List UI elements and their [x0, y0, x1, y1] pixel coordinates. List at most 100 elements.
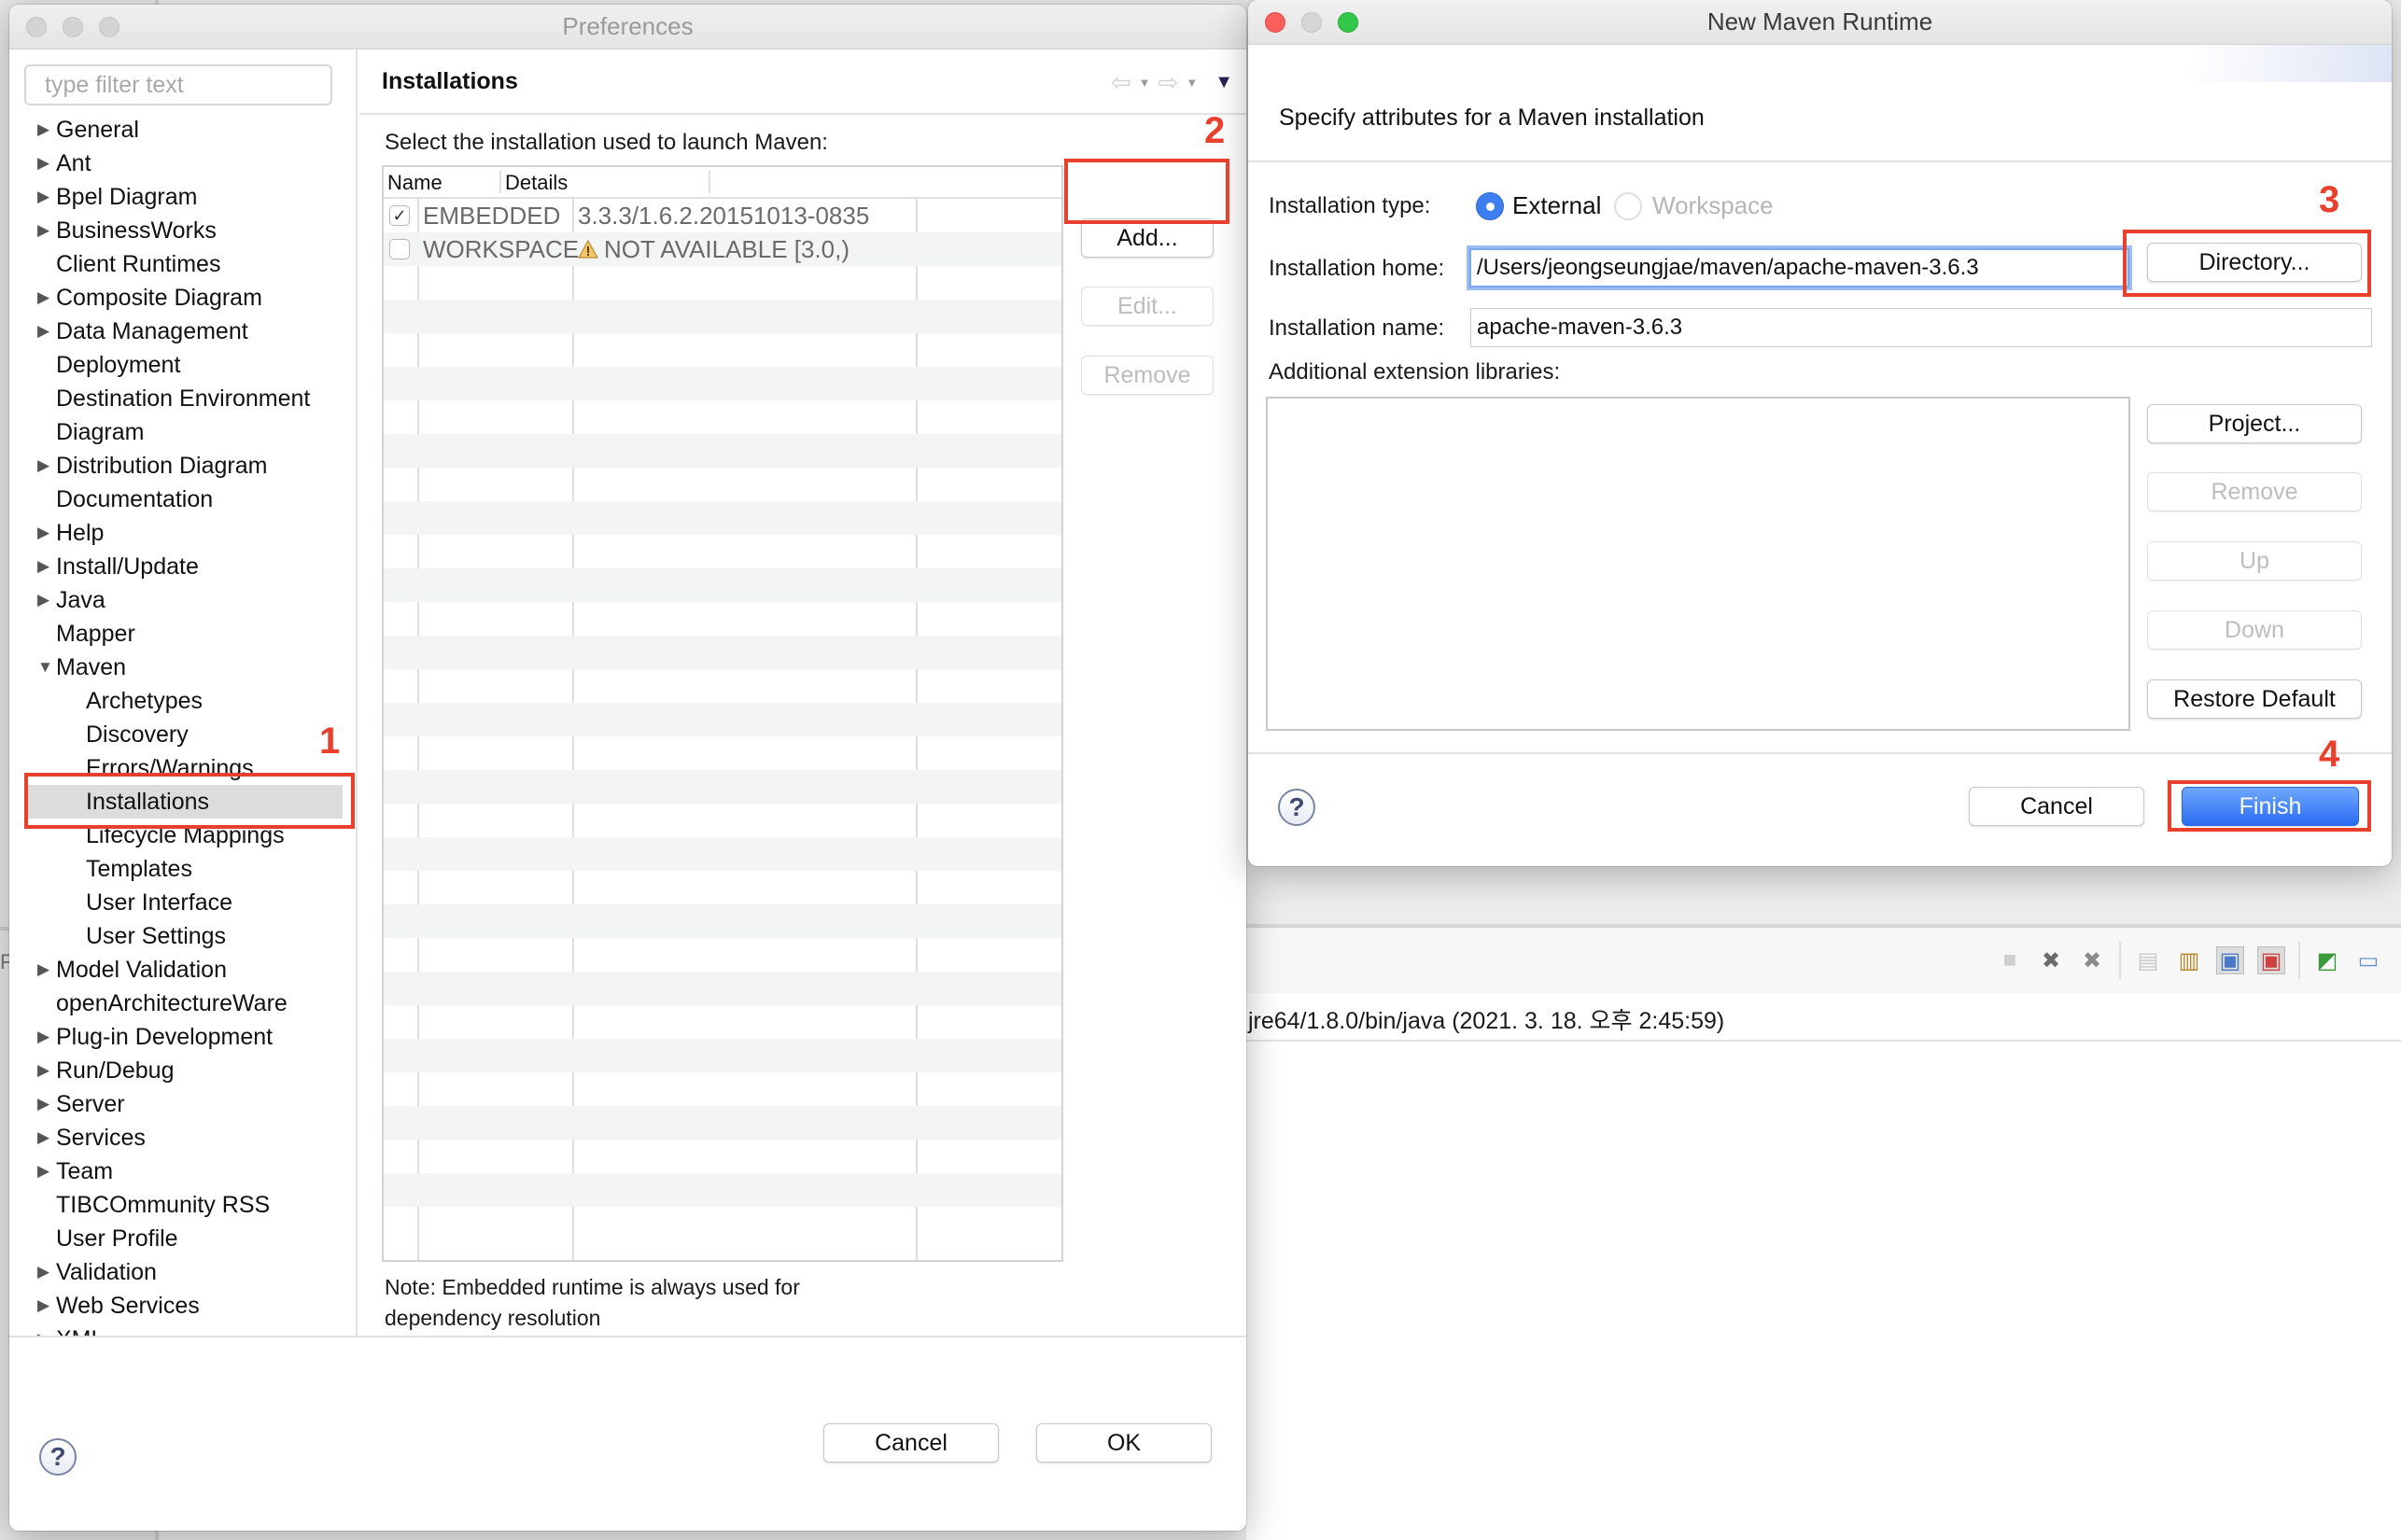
tree-item[interactable]: ▶ Help	[9, 516, 358, 550]
tree-item[interactable]: ▶ Team	[9, 1155, 358, 1188]
restore-default-button[interactable]: Restore Default	[2147, 679, 2362, 719]
collapsed-arrow-icon[interactable]: ▶	[37, 315, 49, 348]
tree-item[interactable]: ▶ Plug-in Development	[9, 1020, 358, 1054]
tree-item[interactable]: ▶ Validation	[9, 1255, 358, 1289]
project-button[interactable]: Project...	[2147, 404, 2362, 443]
forward-arrow-icon[interactable]: ⇨	[1158, 68, 1179, 97]
tree-item[interactable]: Documentation	[9, 483, 358, 516]
radio-external-label[interactable]: External	[1512, 191, 1601, 220]
close-button[interactable]	[26, 17, 47, 37]
back-dropdown-icon[interactable]: ▼	[1139, 76, 1151, 90]
remove-library-button[interactable]: Remove	[2147, 472, 2362, 511]
show-on-stderr-icon[interactable]: ▣	[2257, 946, 2285, 974]
zoom-button[interactable]	[1338, 12, 1358, 33]
help-icon[interactable]: ?	[39, 1438, 77, 1476]
tree-item[interactable]: ▶ General	[9, 113, 358, 147]
edit-button[interactable]: Edit...	[1081, 287, 1214, 326]
down-button[interactable]: Down	[2147, 610, 2362, 650]
tree-item[interactable]: ▶ Bpel Diagram	[9, 180, 358, 214]
tree-item[interactable]: User Interface	[9, 886, 358, 919]
pin-console-icon[interactable]: ◩	[2313, 946, 2341, 974]
table-row[interactable]: WORKSPACE NOT AVAILABLE [3.0,)	[384, 232, 1061, 266]
tree-item[interactable]: Client Runtimes	[9, 247, 358, 281]
collapsed-arrow-icon[interactable]: ▶	[37, 1289, 49, 1323]
minimize-button[interactable]	[63, 17, 83, 37]
preferences-titlebar[interactable]: Preferences	[9, 5, 1246, 49]
radio-workspace-label[interactable]: Workspace	[1652, 191, 1774, 220]
maven-dialog-titlebar[interactable]: New Maven Runtime	[1248, 0, 2392, 45]
tree-item[interactable]: ▶ Model Validation	[9, 953, 358, 987]
add-button[interactable]: Add...	[1081, 218, 1214, 258]
tree-item[interactable]: Deployment	[9, 348, 358, 382]
row-checkbox[interactable]: ✓	[389, 205, 410, 226]
tree-item[interactable]: ▶ Run/Debug	[9, 1054, 358, 1087]
tree-item[interactable]: Archetypes	[9, 684, 358, 718]
column-header-name[interactable]: Name	[387, 171, 442, 195]
back-arrow-icon[interactable]: ⇦	[1111, 68, 1131, 97]
installation-home-input[interactable]	[1469, 248, 2129, 287]
collapsed-arrow-icon[interactable]: ▶	[37, 953, 49, 987]
tree-item[interactable]: ▶ Install/Update	[9, 550, 358, 583]
table-row[interactable]: ✓ EMBEDDED 3.3.3/1.6.2.20151013-0835	[384, 199, 1061, 232]
collapsed-arrow-icon[interactable]: ▶	[37, 214, 49, 247]
collapsed-arrow-icon[interactable]: ▶	[37, 1155, 49, 1188]
up-button[interactable]: Up	[2147, 541, 2362, 581]
display-console-icon[interactable]: ▭	[2354, 946, 2382, 974]
collapsed-arrow-icon[interactable]: ▶	[37, 1054, 49, 1087]
tree-item[interactable]: ▼ Maven	[9, 651, 358, 684]
tree-item[interactable]: Destination Environment	[9, 382, 358, 415]
radio-external[interactable]	[1476, 192, 1504, 220]
ok-button[interactable]: OK	[1036, 1423, 1212, 1463]
cancel-button[interactable]: Cancel	[1969, 787, 2144, 826]
minimize-button[interactable]	[1301, 12, 1322, 33]
collapsed-arrow-icon[interactable]: ▶	[37, 550, 49, 583]
tree-item[interactable]: Diagram	[9, 415, 358, 449]
tree-item[interactable]: ▶ Composite Diagram	[9, 281, 358, 315]
zoom-button[interactable]	[99, 17, 119, 37]
installation-name-input[interactable]	[1470, 308, 2372, 347]
cancel-button[interactable]: Cancel	[823, 1423, 999, 1463]
tree-item[interactable]: ▶ Java	[9, 583, 358, 617]
tree-item[interactable]: ▶ Ant	[9, 147, 358, 180]
collapsed-arrow-icon[interactable]: ▶	[37, 583, 49, 617]
remove-button[interactable]: Remove	[1081, 356, 1214, 395]
collapsed-arrow-icon[interactable]: ▶	[37, 180, 49, 214]
row-checkbox[interactable]	[389, 239, 410, 259]
column-header-details[interactable]: Details	[505, 171, 568, 195]
extension-libraries-list[interactable]	[1266, 397, 2130, 731]
clear-console-icon[interactable]: ▤	[2134, 946, 2162, 974]
view-menu-icon[interactable]: ▼	[1215, 72, 1233, 93]
collapsed-arrow-icon[interactable]: ▶	[37, 516, 49, 550]
collapsed-arrow-icon[interactable]: ▶	[37, 1121, 49, 1155]
collapsed-arrow-icon[interactable]: ▶	[37, 281, 49, 315]
collapsed-arrow-icon[interactable]: ▶	[37, 1020, 49, 1054]
scroll-lock-icon[interactable]: ▥	[2175, 946, 2203, 974]
collapsed-arrow-icon[interactable]: ▶	[37, 449, 49, 483]
tree-item[interactable]: Discovery	[9, 718, 358, 751]
tree-item[interactable]: User Settings	[9, 919, 358, 953]
forward-dropdown-icon[interactable]: ▼	[1186, 76, 1198, 90]
tree-item[interactable]: openArchitectureWare	[9, 987, 358, 1020]
remove-launch-icon[interactable]: ✖	[2037, 946, 2065, 974]
radio-workspace[interactable]	[1614, 192, 1642, 220]
collapsed-arrow-icon[interactable]: ▶	[37, 1255, 49, 1289]
tree-item[interactable]: ▶ Server	[9, 1087, 358, 1121]
expanded-arrow-icon[interactable]: ▼	[37, 651, 53, 684]
close-button[interactable]	[1265, 12, 1285, 33]
tree-item[interactable]: ▶ Web Services	[9, 1289, 358, 1323]
remove-all-launches-icon[interactable]: ✖	[2078, 946, 2106, 974]
terminate-icon[interactable]: ■	[1996, 946, 2024, 974]
filter-input[interactable]	[24, 64, 332, 105]
tree-item[interactable]: ▶ BusinessWorks	[9, 214, 358, 247]
collapsed-arrow-icon[interactable]: ▶	[37, 113, 49, 147]
tree-item[interactable]: Templates	[9, 852, 358, 886]
collapsed-arrow-icon[interactable]: ▶	[37, 1087, 49, 1121]
tree-item[interactable]: ▶ Data Management	[9, 315, 358, 348]
collapsed-arrow-icon[interactable]: ▶	[37, 147, 49, 180]
tree-item[interactable]: Mapper	[9, 617, 358, 651]
show-on-stdout-icon[interactable]: ▣	[2216, 946, 2244, 974]
tree-item[interactable]: User Profile	[9, 1222, 358, 1255]
tree-item[interactable]: ▶ Services	[9, 1121, 358, 1155]
help-icon[interactable]: ?	[1278, 789, 1315, 826]
tree-item[interactable]: TIBCOmmunity RSS	[9, 1188, 358, 1222]
